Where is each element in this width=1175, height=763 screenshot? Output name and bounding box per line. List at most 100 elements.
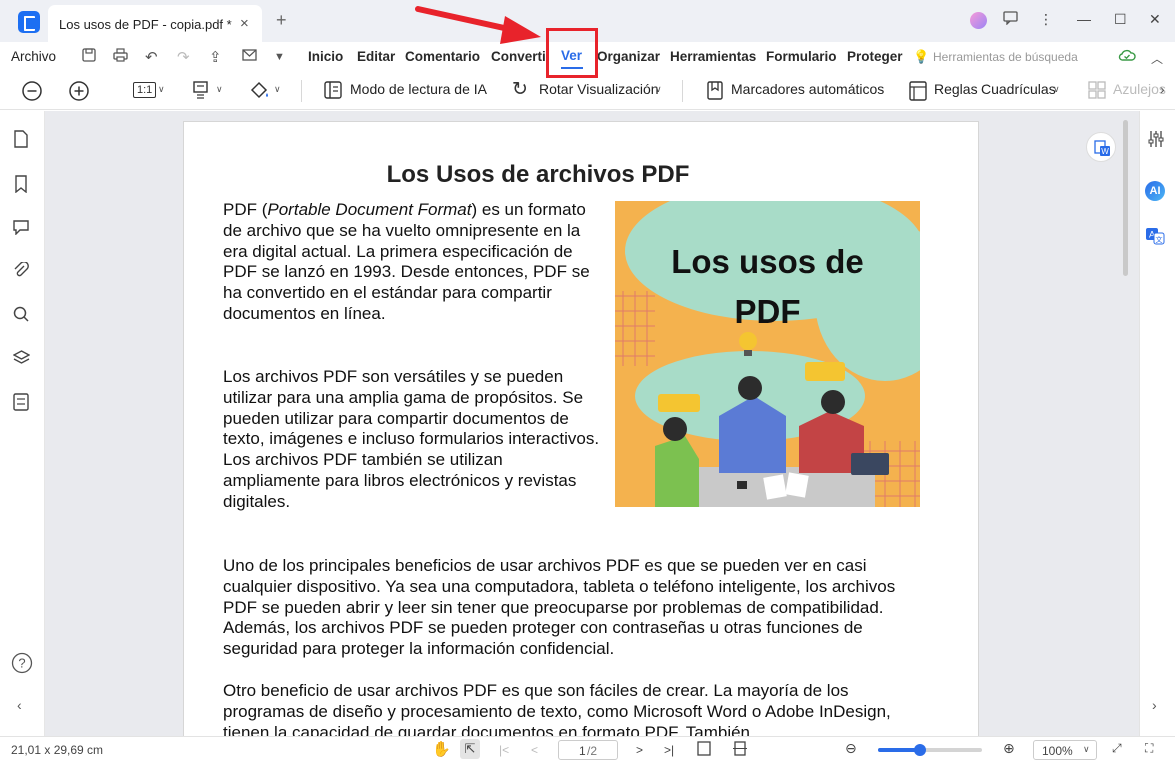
menu-archivo[interactable]: Archivo bbox=[11, 49, 56, 64]
tiles-button: Azulejos bbox=[1113, 81, 1166, 97]
close-tab-icon[interactable]: × bbox=[240, 15, 249, 32]
cloud-sync-icon[interactable] bbox=[1118, 48, 1136, 66]
attachments-icon[interactable] bbox=[13, 261, 29, 282]
hand-tool-icon[interactable]: ✋ bbox=[432, 740, 451, 758]
status-zoom-out-icon[interactable]: ⊖ bbox=[845, 740, 857, 757]
zoom-in-icon[interactable] bbox=[68, 80, 90, 106]
zoom-out-icon[interactable] bbox=[21, 80, 43, 106]
translate-icon[interactable]: A文 bbox=[1145, 227, 1165, 250]
form-fields-icon[interactable] bbox=[13, 393, 29, 415]
lightbulb-icon: 💡 bbox=[913, 49, 930, 64]
menu-inicio[interactable]: Inicio bbox=[308, 49, 343, 64]
bookmarks-panel-icon[interactable] bbox=[13, 175, 29, 197]
page-display-icon[interactable] bbox=[191, 80, 211, 104]
collapse-sidebar-icon[interactable]: ‹ bbox=[17, 697, 22, 713]
collapse-ribbon-icon[interactable]: ︿ bbox=[1151, 50, 1163, 67]
illustration-title-line-2: PDF bbox=[734, 293, 801, 330]
fit-screen-icon[interactable]: ⤢ bbox=[1112, 741, 1122, 756]
rulers-button[interactable]: Reglas bbox=[934, 81, 978, 97]
paragraph-4: Otro beneficio de usar archivos PDF es q… bbox=[223, 681, 891, 741]
document-tab[interactable]: Los usos de PDF - copia.pdf * × bbox=[48, 5, 262, 42]
quick-access-dropdown-icon[interactable]: ▼ bbox=[274, 51, 285, 63]
ruler-icon[interactable] bbox=[909, 81, 927, 105]
actual-size-dropdown-icon[interactable]: ∨ bbox=[158, 84, 165, 95]
illustration-image: Los usos de PDF bbox=[615, 201, 920, 507]
fit-page-icon[interactable] bbox=[697, 741, 711, 759]
paragraph-1-prefix: PDF ( bbox=[223, 200, 268, 219]
ai-reading-mode-button[interactable]: Modo de lectura de IA bbox=[350, 81, 487, 97]
page-number-input[interactable]: 1 /2 bbox=[558, 740, 618, 760]
ai-reading-icon[interactable] bbox=[324, 81, 342, 103]
layers-icon[interactable] bbox=[12, 350, 31, 370]
fit-width-icon[interactable] bbox=[733, 741, 747, 759]
last-page-icon[interactable]: >| bbox=[664, 743, 674, 757]
fullscreen-icon[interactable]: ⛶ bbox=[1145, 741, 1153, 756]
redo-icon[interactable]: ↷ bbox=[177, 48, 190, 66]
document-tab-title: Los usos de PDF - copia.pdf * bbox=[59, 17, 232, 32]
zoom-slider-handle[interactable] bbox=[913, 744, 926, 756]
grids-dropdown-icon[interactable]: ∨ bbox=[1053, 84, 1060, 95]
highlight-box bbox=[546, 28, 598, 78]
status-zoom-in-icon[interactable]: ⊕ bbox=[1003, 740, 1015, 757]
toolbar-separator bbox=[682, 80, 683, 102]
pdf-to-word-icon[interactable]: W bbox=[1086, 132, 1116, 162]
zoom-slider[interactable] bbox=[878, 744, 982, 756]
current-page: 1 bbox=[579, 744, 586, 758]
menu-comentario[interactable]: Comentario bbox=[405, 49, 480, 64]
expand-panel-icon[interactable]: › bbox=[1152, 697, 1157, 713]
menu-proteger[interactable]: Proteger bbox=[847, 49, 903, 64]
properties-icon[interactable] bbox=[1147, 130, 1165, 153]
actual-size-button[interactable]: 1:1 bbox=[133, 82, 157, 98]
svg-text:?: ? bbox=[18, 656, 25, 671]
ai-assistant-icon[interactable]: AI bbox=[1145, 181, 1165, 201]
paragraph-3: Uno de los principales beneficios de usa… bbox=[223, 556, 896, 659]
comments-panel-icon[interactable] bbox=[13, 219, 29, 239]
share-icon[interactable]: ⇪ bbox=[209, 48, 222, 66]
paragraph-1-italic: Portable Document Format bbox=[267, 200, 472, 219]
page-size-readout: 21,01 x 29,69 cm bbox=[11, 743, 104, 757]
menu-editar[interactable]: Editar bbox=[357, 49, 395, 64]
svg-text:W: W bbox=[1101, 147, 1109, 156]
undo-icon[interactable]: ↶ bbox=[145, 48, 158, 66]
new-tab-button[interactable]: + bbox=[276, 10, 287, 31]
more-options-icon[interactable]: ⋮ bbox=[1039, 11, 1053, 28]
minimize-button[interactable]: — bbox=[1077, 11, 1091, 27]
menu-formulario[interactable]: Formulario bbox=[766, 49, 837, 64]
thumbnails-icon[interactable] bbox=[13, 130, 29, 152]
menu-herramientas[interactable]: Herramientas bbox=[670, 49, 756, 64]
print-icon[interactable] bbox=[113, 48, 128, 66]
background-color-dropdown-icon[interactable]: ∨ bbox=[274, 84, 281, 95]
menu-organizar[interactable]: Organizar bbox=[597, 49, 660, 64]
document-canvas: Los Usos de archivos PDF PDF (Portable D… bbox=[45, 111, 1139, 741]
total-pages: /2 bbox=[587, 744, 598, 758]
page-display-dropdown-icon[interactable]: ∨ bbox=[216, 84, 223, 95]
next-page-icon[interactable]: > bbox=[636, 743, 643, 757]
help-icon[interactable]: ? bbox=[11, 652, 33, 678]
feedback-icon[interactable] bbox=[1003, 11, 1018, 28]
background-color-icon[interactable] bbox=[248, 79, 270, 105]
rotate-icon[interactable]: ↻ bbox=[512, 78, 528, 101]
tiles-icon bbox=[1088, 81, 1106, 103]
search-tools-button[interactable]: Herramientas de búsqueda bbox=[933, 50, 1078, 64]
menu-convertir[interactable]: Converti bbox=[491, 49, 546, 64]
vertical-scrollbar[interactable] bbox=[1123, 120, 1128, 276]
toolbar-scroll-right-icon[interactable]: › bbox=[1160, 81, 1165, 97]
previous-page-icon: < bbox=[531, 743, 539, 757]
close-button[interactable]: ✕ bbox=[1149, 11, 1161, 28]
avatar[interactable] bbox=[970, 12, 987, 29]
mail-icon[interactable] bbox=[242, 48, 257, 65]
search-icon[interactable] bbox=[13, 306, 29, 326]
save-icon[interactable] bbox=[82, 48, 96, 66]
zoom-level-select[interactable]: 100% ∨ bbox=[1033, 740, 1097, 760]
illustration-title-line-1: Los usos de bbox=[671, 243, 864, 280]
rotate-view-button[interactable]: Rotar Visualización bbox=[539, 81, 659, 97]
bookmark-icon[interactable] bbox=[707, 81, 723, 104]
svg-text:文: 文 bbox=[1156, 235, 1163, 244]
rotate-dropdown-icon[interactable]: ∨ bbox=[655, 84, 662, 95]
first-page-icon: |< bbox=[499, 743, 510, 757]
app-logo-icon bbox=[18, 11, 40, 33]
maximize-button[interactable]: ☐ bbox=[1114, 11, 1127, 28]
auto-bookmarks-button[interactable]: Marcadores automáticos bbox=[731, 81, 884, 97]
select-tool-icon[interactable]: ⇱ bbox=[460, 739, 480, 759]
grids-button[interactable]: Cuadrículas bbox=[981, 81, 1056, 97]
